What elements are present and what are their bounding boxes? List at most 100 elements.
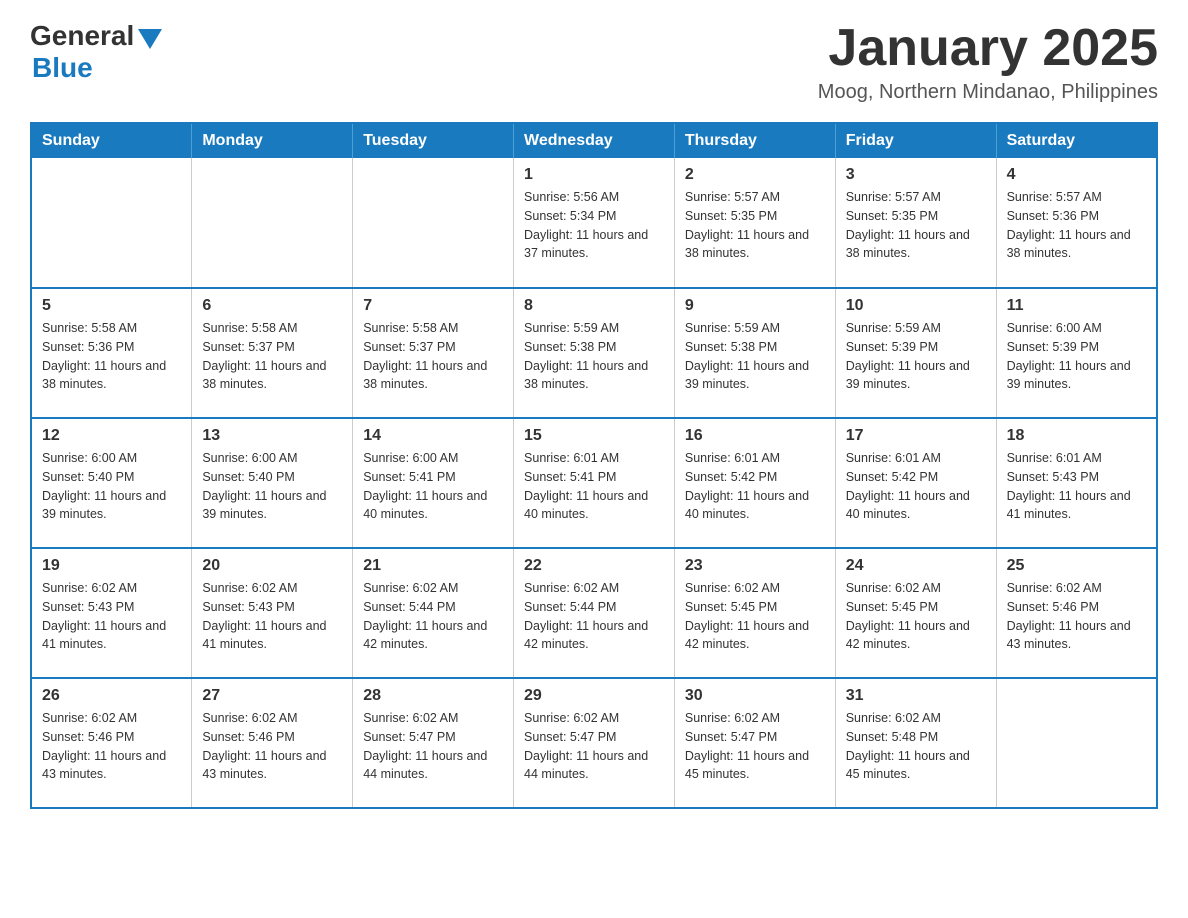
calendar-cell: 6 Sunrise: 5:58 AM Sunset: 5:37 PM Daylig… xyxy=(192,288,353,418)
day-info: Sunrise: 5:57 AM Sunset: 5:35 PM Dayligh… xyxy=(685,188,825,263)
day-number: 18 xyxy=(1007,427,1146,445)
days-of-week-row: SundayMondayTuesdayWednesdayThursdayFrid… xyxy=(31,123,1157,158)
calendar-body: 1Sunrise: 5:56 AM Sunset: 5:34 PM Daylig… xyxy=(31,158,1157,808)
day-number: 7 xyxy=(363,297,503,315)
day-number: 22 xyxy=(524,557,664,575)
title-section: January 2025 Moog, Northern Mindanao, Ph… xyxy=(818,20,1158,104)
calendar-table: SundayMondayTuesdayWednesdayThursdayFrid… xyxy=(30,122,1158,809)
day-number: 2 xyxy=(685,166,825,184)
day-number: 28 xyxy=(363,687,503,705)
day-info: Sunrise: 6:02 AM Sunset: 5:47 PM Dayligh… xyxy=(685,709,825,784)
day-number: 6 xyxy=(202,297,342,315)
logo-blue-text: Blue xyxy=(32,52,93,84)
day-info: Sunrise: 5:58 AM Sunset: 5:36 PM Dayligh… xyxy=(42,319,181,394)
calendar-cell xyxy=(353,158,514,288)
calendar-cell: 5 Sunrise: 5:58 AM Sunset: 5:36 PM Daylig… xyxy=(31,288,192,418)
day-info: Sunrise: 6:01 AM Sunset: 5:41 PM Dayligh… xyxy=(524,449,664,524)
calendar-cell xyxy=(31,158,192,288)
day-info: Sunrise: 5:59 AM Sunset: 5:39 PM Dayligh… xyxy=(846,319,986,394)
calendar-cell: 20Sunrise: 6:02 AM Sunset: 5:43 PM Dayli… xyxy=(192,548,353,678)
calendar-cell: 27Sunrise: 6:02 AM Sunset: 5:46 PM Dayli… xyxy=(192,678,353,808)
day-info: Sunrise: 6:02 AM Sunset: 5:45 PM Dayligh… xyxy=(846,579,986,654)
calendar-cell: 3 Sunrise: 5:57 AM Sunset: 5:35 PM Daylig… xyxy=(835,158,996,288)
calendar-cell: 12 Sunrise: 6:00 AM Sunset: 5:40 PM Dayli… xyxy=(31,418,192,548)
calendar-cell: 22 Sunrise: 6:02 AM Sunset: 5:44 PM Dayli… xyxy=(514,548,675,678)
calendar-cell: 4 Sunrise: 5:57 AM Sunset: 5:36 PM Daylig… xyxy=(996,158,1157,288)
calendar-week-row: 26 Sunrise: 6:02 AM Sunset: 5:46 PM Dayli… xyxy=(31,678,1157,808)
day-number: 14 xyxy=(363,427,503,445)
logo-triangle-icon xyxy=(138,29,162,49)
calendar-week-row: 12 Sunrise: 6:00 AM Sunset: 5:40 PM Dayli… xyxy=(31,418,1157,548)
day-info: Sunrise: 5:57 AM Sunset: 5:35 PM Dayligh… xyxy=(846,188,986,263)
calendar-week-row: 5 Sunrise: 5:58 AM Sunset: 5:36 PM Daylig… xyxy=(31,288,1157,418)
day-number: 12 xyxy=(42,427,181,445)
day-number: 27 xyxy=(202,687,342,705)
day-number: 3 xyxy=(846,166,986,184)
calendar-cell: 8 Sunrise: 5:59 AM Sunset: 5:38 PM Daylig… xyxy=(514,288,675,418)
calendar-week-row: 19Sunrise: 6:02 AM Sunset: 5:43 PM Dayli… xyxy=(31,548,1157,678)
day-info: Sunrise: 6:02 AM Sunset: 5:46 PM Dayligh… xyxy=(42,709,181,784)
calendar-cell: 18Sunrise: 6:01 AM Sunset: 5:43 PM Dayli… xyxy=(996,418,1157,548)
day-number: 29 xyxy=(524,687,664,705)
day-number: 5 xyxy=(42,297,181,315)
day-of-week-header: Wednesday xyxy=(514,123,675,158)
day-info: Sunrise: 6:02 AM Sunset: 5:47 PM Dayligh… xyxy=(363,709,503,784)
calendar-cell: 15 Sunrise: 6:01 AM Sunset: 5:41 PM Dayli… xyxy=(514,418,675,548)
day-info: Sunrise: 6:02 AM Sunset: 5:46 PM Dayligh… xyxy=(1007,579,1146,654)
calendar-cell: 23Sunrise: 6:02 AM Sunset: 5:45 PM Dayli… xyxy=(674,548,835,678)
calendar-cell: 14 Sunrise: 6:00 AM Sunset: 5:41 PM Dayli… xyxy=(353,418,514,548)
day-info: Sunrise: 6:02 AM Sunset: 5:44 PM Dayligh… xyxy=(524,579,664,654)
calendar-cell: 10Sunrise: 5:59 AM Sunset: 5:39 PM Dayli… xyxy=(835,288,996,418)
calendar-week-row: 1Sunrise: 5:56 AM Sunset: 5:34 PM Daylig… xyxy=(31,158,1157,288)
day-info: Sunrise: 6:00 AM Sunset: 5:39 PM Dayligh… xyxy=(1007,319,1146,394)
calendar-cell: 17Sunrise: 6:01 AM Sunset: 5:42 PM Dayli… xyxy=(835,418,996,548)
day-number: 13 xyxy=(202,427,342,445)
logo-general-text: General xyxy=(30,20,134,52)
month-title: January 2025 xyxy=(818,20,1158,77)
calendar-cell: 29 Sunrise: 6:02 AM Sunset: 5:47 PM Dayli… xyxy=(514,678,675,808)
calendar-cell: 9Sunrise: 5:59 AM Sunset: 5:38 PM Daylig… xyxy=(674,288,835,418)
day-number: 1 xyxy=(524,166,664,184)
day-number: 15 xyxy=(524,427,664,445)
logo: General Blue xyxy=(30,20,162,84)
calendar-cell: 2 Sunrise: 5:57 AM Sunset: 5:35 PM Daylig… xyxy=(674,158,835,288)
calendar-cell: 13Sunrise: 6:00 AM Sunset: 5:40 PM Dayli… xyxy=(192,418,353,548)
day-number: 21 xyxy=(363,557,503,575)
day-number: 16 xyxy=(685,427,825,445)
day-of-week-header: Tuesday xyxy=(353,123,514,158)
calendar-cell: 16 Sunrise: 6:01 AM Sunset: 5:42 PM Dayli… xyxy=(674,418,835,548)
day-number: 11 xyxy=(1007,297,1146,315)
day-info: Sunrise: 5:57 AM Sunset: 5:36 PM Dayligh… xyxy=(1007,188,1146,263)
day-number: 4 xyxy=(1007,166,1146,184)
day-info: Sunrise: 5:58 AM Sunset: 5:37 PM Dayligh… xyxy=(202,319,342,394)
calendar-cell: 28 Sunrise: 6:02 AM Sunset: 5:47 PM Dayli… xyxy=(353,678,514,808)
day-of-week-header: Thursday xyxy=(674,123,835,158)
calendar-cell xyxy=(192,158,353,288)
day-of-week-header: Sunday xyxy=(31,123,192,158)
day-number: 8 xyxy=(524,297,664,315)
day-of-week-header: Saturday xyxy=(996,123,1157,158)
day-info: Sunrise: 6:02 AM Sunset: 5:44 PM Dayligh… xyxy=(363,579,503,654)
calendar-cell: 25 Sunrise: 6:02 AM Sunset: 5:46 PM Dayli… xyxy=(996,548,1157,678)
calendar-cell: 31Sunrise: 6:02 AM Sunset: 5:48 PM Dayli… xyxy=(835,678,996,808)
day-of-week-header: Friday xyxy=(835,123,996,158)
day-info: Sunrise: 6:00 AM Sunset: 5:41 PM Dayligh… xyxy=(363,449,503,524)
day-info: Sunrise: 6:02 AM Sunset: 5:47 PM Dayligh… xyxy=(524,709,664,784)
day-info: Sunrise: 5:59 AM Sunset: 5:38 PM Dayligh… xyxy=(524,319,664,394)
day-number: 25 xyxy=(1007,557,1146,575)
page-header: General Blue January 2025 Moog, Northern… xyxy=(30,20,1158,104)
location-text: Moog, Northern Mindanao, Philippines xyxy=(818,81,1158,104)
calendar-cell: 26 Sunrise: 6:02 AM Sunset: 5:46 PM Dayli… xyxy=(31,678,192,808)
calendar-cell: 30Sunrise: 6:02 AM Sunset: 5:47 PM Dayli… xyxy=(674,678,835,808)
calendar-cell: 1Sunrise: 5:56 AM Sunset: 5:34 PM Daylig… xyxy=(514,158,675,288)
calendar-cell: 21 Sunrise: 6:02 AM Sunset: 5:44 PM Dayli… xyxy=(353,548,514,678)
day-number: 31 xyxy=(846,687,986,705)
day-info: Sunrise: 5:58 AM Sunset: 5:37 PM Dayligh… xyxy=(363,319,503,394)
day-info: Sunrise: 6:00 AM Sunset: 5:40 PM Dayligh… xyxy=(42,449,181,524)
calendar-cell xyxy=(996,678,1157,808)
day-number: 9 xyxy=(685,297,825,315)
calendar-cell: 24Sunrise: 6:02 AM Sunset: 5:45 PM Dayli… xyxy=(835,548,996,678)
day-number: 26 xyxy=(42,687,181,705)
day-number: 23 xyxy=(685,557,825,575)
day-info: Sunrise: 6:01 AM Sunset: 5:42 PM Dayligh… xyxy=(685,449,825,524)
